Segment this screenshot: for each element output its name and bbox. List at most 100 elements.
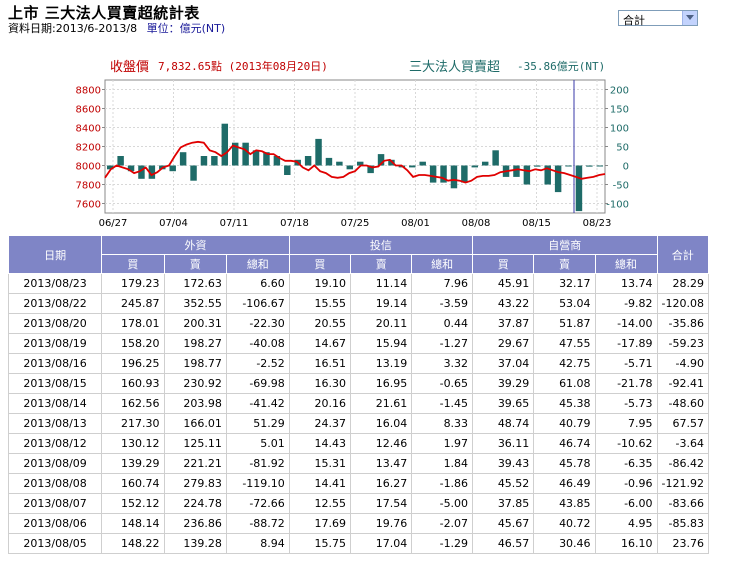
net-buy-bar xyxy=(523,165,531,185)
close-price-value: 7,832.65點 (2013年08月20日) xyxy=(158,59,328,73)
row-date: 2013/08/13 xyxy=(7,413,103,434)
cell-value: 148.14 xyxy=(101,513,165,534)
net-buy-bar xyxy=(304,156,312,166)
cell-value: 12.46 xyxy=(350,433,413,454)
cell-value: 23.76 xyxy=(656,533,710,554)
row-date: 2013/08/12 xyxy=(7,433,103,454)
cell-value: 217.30 xyxy=(101,413,165,434)
cell-value: 67.57 xyxy=(656,413,710,434)
left-tick-label: 7600 xyxy=(76,200,101,211)
x-tick-label: 07/25 xyxy=(341,218,370,229)
cell-value: -1.27 xyxy=(411,333,474,354)
net-buy-bar xyxy=(565,165,572,167)
sub-header-6: 買 xyxy=(472,254,535,274)
cell-value: 245.87 xyxy=(101,293,165,314)
cell-value: 51.87 xyxy=(533,313,596,334)
cell-value: 221.21 xyxy=(163,453,227,474)
chevron-down-icon[interactable] xyxy=(682,11,697,25)
cell-value: 39.29 xyxy=(472,373,535,394)
cell-value: 1.84 xyxy=(411,453,474,474)
net-buy-bar xyxy=(346,165,354,170)
cell-value: -1.45 xyxy=(411,393,474,414)
cell-value: -6.00 xyxy=(594,493,658,514)
cell-value: 139.29 xyxy=(101,453,165,474)
cell-value: 46.57 xyxy=(472,533,535,554)
cell-value: 51.29 xyxy=(225,413,290,434)
date-range-label: 資料日期:2013/6-2013/8 xyxy=(8,22,138,35)
sub-header-8: 總和 xyxy=(594,254,658,274)
net-buy-bar xyxy=(554,165,562,193)
cell-value: -6.35 xyxy=(594,453,658,474)
unit-label: 單位：億元(NT) xyxy=(146,22,226,35)
cell-value: -21.78 xyxy=(594,373,658,394)
cell-value: -121.92 xyxy=(656,473,710,494)
cell-value: -0.96 xyxy=(594,473,658,494)
cell-value: 30.46 xyxy=(533,533,596,554)
cell-value: 45.52 xyxy=(472,473,535,494)
cell-value: 200.31 xyxy=(163,313,227,334)
row-date: 2013/08/14 xyxy=(7,393,103,414)
net-buy-bar xyxy=(419,161,426,166)
net-buy-bar xyxy=(169,165,176,172)
cell-value: -41.42 xyxy=(225,393,290,414)
cell-value: 19.76 xyxy=(350,513,413,534)
cell-value: 39.43 xyxy=(472,453,535,474)
net-buy-bar xyxy=(534,165,541,167)
combo-chart: 收盤價 7,832.65點 (2013年08月20日) 三大法人買賣超 -35.… xyxy=(76,59,629,229)
net-buy-bar xyxy=(211,156,218,166)
cell-value: 43.85 xyxy=(533,493,596,514)
x-tick-label: 08/23 xyxy=(583,218,612,229)
cell-value: -83.66 xyxy=(656,493,710,514)
cell-value: 279.83 xyxy=(163,473,227,494)
cell-value: 236.86 xyxy=(163,513,227,534)
left-tick-label: 8600 xyxy=(76,105,101,116)
cell-value: 43.22 xyxy=(472,293,535,314)
cell-value: -86.42 xyxy=(656,453,710,474)
cell-value: 14.67 xyxy=(288,333,352,354)
row-date: 2013/08/22 xyxy=(7,293,103,314)
cell-value: 14.43 xyxy=(288,433,352,454)
net-buy-bar xyxy=(513,165,520,177)
x-tick-label: 08/15 xyxy=(522,218,551,229)
cell-value: 36.11 xyxy=(472,433,535,454)
cell-value: 40.72 xyxy=(533,513,596,534)
net-buy-title: 三大法人買賣超 xyxy=(409,60,500,75)
cell-value: -106.67 xyxy=(225,293,290,314)
cell-value: 203.98 xyxy=(163,393,227,414)
cell-value: 160.74 xyxy=(101,473,165,494)
total-type-select[interactable]: 合計 xyxy=(618,10,698,27)
cell-value: 16.30 xyxy=(288,373,352,394)
net-buy-bar xyxy=(221,123,229,166)
x-tick-label: 07/18 xyxy=(280,218,309,229)
cell-value: 48.74 xyxy=(472,413,535,434)
col-group-trust: 投信 xyxy=(288,235,474,255)
left-tick-label: 8800 xyxy=(76,86,101,97)
cell-value: 352.55 xyxy=(163,293,227,314)
cell-value: 16.04 xyxy=(350,413,413,434)
cell-value: 13.19 xyxy=(350,353,413,374)
net-buy-bar xyxy=(429,165,437,183)
net-buy-bar xyxy=(481,161,489,166)
sub-header-7: 賣 xyxy=(533,254,596,274)
cell-value: 7.96 xyxy=(411,273,474,294)
net-buy-bar xyxy=(284,165,291,175)
cell-value: 40.79 xyxy=(533,413,596,434)
table-row: 2013/08/20 178.01 200.31 -22.30 20.55 20.11 0.… xyxy=(7,313,710,334)
cell-value: 172.63 xyxy=(163,273,227,294)
row-date: 2013/08/08 xyxy=(7,473,103,494)
net-buy-bar xyxy=(325,157,333,166)
sub-header-4: 賣 xyxy=(350,254,413,274)
right-tick-label: 0 xyxy=(623,162,629,173)
cell-value: -3.59 xyxy=(411,293,474,314)
cell-value: 13.47 xyxy=(350,453,413,474)
cell-value: 19.10 xyxy=(288,273,352,294)
sub-header-2: 總和 xyxy=(225,254,290,274)
cell-value: 16.10 xyxy=(594,533,658,554)
cell-value: -88.72 xyxy=(225,513,290,534)
cell-value: 15.75 xyxy=(288,533,352,554)
cell-value: 24.37 xyxy=(288,413,352,434)
left-tick-label: 8000 xyxy=(76,162,101,173)
cell-value: 45.67 xyxy=(472,513,535,534)
cell-value: 8.94 xyxy=(225,533,290,554)
cell-value: 37.04 xyxy=(472,353,535,374)
